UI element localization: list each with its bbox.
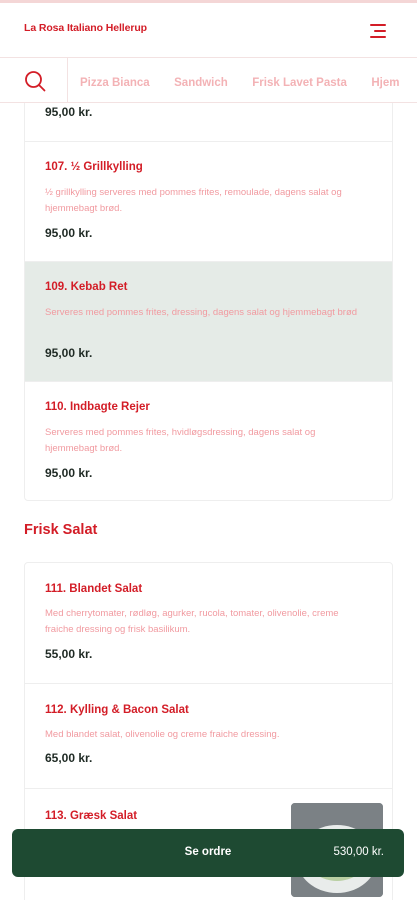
item-price: 95,00 kr. bbox=[45, 466, 93, 480]
item-name: 107. ½ Grillkylling bbox=[45, 161, 143, 173]
item-name: 111. Blandet Salat bbox=[45, 583, 143, 595]
category-tabs: Pizza Bianca Sandwich Frisk Lavet Pasta … bbox=[80, 73, 417, 91]
item-price: 95,00 kr. bbox=[45, 226, 93, 240]
search-icon[interactable] bbox=[0, 58, 68, 102]
item-name: 109. Kebab Ret bbox=[45, 281, 128, 293]
item-name: 112. Kylling & Bacon Salat bbox=[45, 704, 189, 716]
restaurant-name[interactable]: La Rosa Italiano Hellerup bbox=[24, 22, 147, 34]
menu-item[interactable]: 107. ½ Grillkylling ½ grillkylling serve… bbox=[25, 142, 392, 262]
category-tab-sandwich[interactable]: Sandwich bbox=[174, 77, 228, 89]
menu-item[interactable]: 111. Blandet Salat Med cherrytomater, rø… bbox=[25, 563, 392, 684]
item-description: Serveres med pommes frites, dressing, da… bbox=[45, 307, 358, 318]
menu-item-selected[interactable]: 109. Kebab Ret Serveres med pommes frite… bbox=[25, 262, 392, 382]
item-price: 55,00 kr. bbox=[45, 647, 93, 661]
section-title: Frisk Salat bbox=[24, 522, 98, 538]
menu-card: 95,00 kr. 107. ½ Grillkylling ½ grillkyl… bbox=[24, 103, 393, 501]
item-price: 95,00 kr. bbox=[45, 105, 93, 119]
item-price: 65,00 kr. bbox=[45, 751, 93, 765]
item-description: Med cherrytomater, rødløg, agurker, ruco… bbox=[45, 608, 339, 635]
category-tab-pizza-bianca[interactable]: Pizza Bianca bbox=[80, 77, 150, 89]
hamburger-menu-icon[interactable] bbox=[364, 19, 392, 43]
item-description: Med blandet salat, olivenolie og creme f… bbox=[45, 729, 280, 740]
item-name: 110. Indbagte Rejer bbox=[45, 401, 150, 413]
view-order-button[interactable]: Se ordre 530,00 kr. bbox=[12, 829, 404, 877]
item-name: 113. Græsk Salat bbox=[45, 810, 138, 822]
item-price: 95,00 kr. bbox=[45, 346, 93, 360]
category-tab-hjem[interactable]: Hjem bbox=[371, 77, 399, 89]
category-tab-frisk-lavet-pasta[interactable]: Frisk Lavet Pasta bbox=[252, 77, 347, 89]
menu-list: 95,00 kr. 107. ½ Grillkylling ½ grillkyl… bbox=[0, 103, 417, 900]
menu-item[interactable]: 95,00 kr. bbox=[25, 103, 392, 142]
order-total: 530,00 kr. bbox=[333, 846, 384, 858]
category-navigation: Pizza Bianca Sandwich Frisk Lavet Pasta … bbox=[0, 57, 417, 103]
item-description: ½ grillkylling serveres med pommes frite… bbox=[45, 187, 342, 214]
item-description: Serveres med pommes frites, hvidløgsdres… bbox=[45, 427, 316, 454]
menu-item[interactable]: 112. Kylling & Bacon Salat Med blandet s… bbox=[25, 684, 392, 789]
app-header: La Rosa Italiano Hellerup bbox=[0, 3, 417, 57]
menu-item[interactable]: 110. Indbagte Rejer Serveres med pommes … bbox=[25, 382, 392, 500]
